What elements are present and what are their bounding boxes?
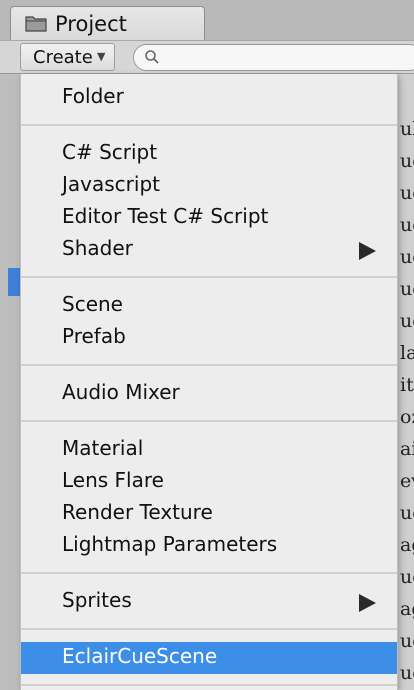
menu-separator xyxy=(21,628,397,630)
menu-item-label: Editor Test C# Script xyxy=(62,204,269,228)
asset-list-item[interactable]: ag xyxy=(400,598,414,620)
menu-item-label: Audio Mixer xyxy=(62,380,180,404)
folder-tree-selection[interactable] xyxy=(8,268,20,296)
menu-item-label: C# Script xyxy=(62,140,158,164)
asset-list-item[interactable]: oz xyxy=(400,406,414,428)
menu-item-csharp-script[interactable]: C# Script xyxy=(21,138,397,170)
asset-list-item[interactable]: ue xyxy=(400,246,414,268)
menu-item-sprites[interactable]: Sprites xyxy=(21,586,397,618)
menu-item-label: Material xyxy=(62,436,144,460)
menu-separator xyxy=(21,124,397,126)
menu-item-editor-test-csharp-script[interactable]: Editor Test C# Script xyxy=(21,202,397,234)
asset-list-item[interactable]: ag xyxy=(400,534,414,556)
menu-item-label: Javascript xyxy=(62,172,160,196)
create-button-label: Create xyxy=(33,47,93,68)
asset-list-item[interactable]: ue xyxy=(400,502,414,524)
create-button[interactable]: Create ▼ xyxy=(20,43,115,71)
menu-item-label: Lens Flare xyxy=(62,468,164,492)
submenu-arrow-icon xyxy=(359,242,376,260)
asset-list-item[interactable]: ue xyxy=(400,566,414,588)
chevron-down-icon: ▼ xyxy=(97,50,106,63)
folder-tree-panel xyxy=(0,74,20,690)
asset-list-item[interactable]: ue xyxy=(400,214,414,236)
menu-item-material[interactable]: Material xyxy=(21,434,397,466)
asset-list-item[interactable]: ev xyxy=(400,470,414,492)
asset-list-item[interactable]: it xyxy=(400,374,414,396)
menu-separator xyxy=(21,364,397,366)
asset-list-item[interactable]: ub xyxy=(400,118,414,140)
asset-list-item[interactable]: ue xyxy=(400,310,414,332)
submenu-arrow-icon xyxy=(359,594,376,612)
asset-list-item[interactable]: ue xyxy=(400,150,414,172)
asset-list-item[interactable]: ai xyxy=(400,438,414,460)
menu-separator xyxy=(21,684,397,686)
menu-item-label: Prefab xyxy=(62,324,126,348)
asset-list-item[interactable]: ue xyxy=(400,182,414,204)
search-input[interactable] xyxy=(133,44,414,71)
menu-item-label: Sprites xyxy=(62,588,132,612)
menu-item-prefab[interactable]: Prefab xyxy=(21,322,397,354)
menu-item-eclair-cue-scene[interactable]: EclairCueScene xyxy=(21,642,397,674)
menu-item-lens-flare[interactable]: Lens Flare xyxy=(21,466,397,498)
menu-item-label: Folder xyxy=(62,84,124,108)
menu-item-label: Shader xyxy=(62,236,133,260)
project-tab[interactable]: Project xyxy=(10,6,205,40)
menu-item-lightmap-parameters[interactable]: Lightmap Parameters xyxy=(21,530,397,562)
menu-item-label: Scene xyxy=(62,292,123,316)
search-icon xyxy=(145,50,159,64)
menu-item-folder[interactable]: Folder xyxy=(21,82,397,114)
menu-separator xyxy=(21,420,397,422)
create-menu: Folder C# Script Javascript Editor Test … xyxy=(20,74,398,690)
menu-separator xyxy=(21,276,397,278)
asset-list-item[interactable]: ue xyxy=(400,278,414,300)
menu-item-shader[interactable]: Shader xyxy=(21,234,397,266)
asset-list-item[interactable]: ue xyxy=(400,630,414,652)
menu-item-audio-mixer[interactable]: Audio Mixer xyxy=(21,378,397,410)
folder-icon xyxy=(25,16,47,32)
menu-item-label: Render Texture xyxy=(62,500,213,524)
menu-separator xyxy=(21,572,397,574)
menu-item-javascript[interactable]: Javascript xyxy=(21,170,397,202)
asset-list-item[interactable]: la xyxy=(400,342,414,364)
asset-list-item[interactable]: ue xyxy=(400,662,414,684)
menu-item-render-texture[interactable]: Render Texture xyxy=(21,498,397,530)
menu-item-scene[interactable]: Scene xyxy=(21,290,397,322)
project-tab-title: Project xyxy=(55,12,127,36)
menu-item-label: EclairCueScene xyxy=(62,644,218,668)
menu-item-label: Lightmap Parameters xyxy=(62,532,278,556)
